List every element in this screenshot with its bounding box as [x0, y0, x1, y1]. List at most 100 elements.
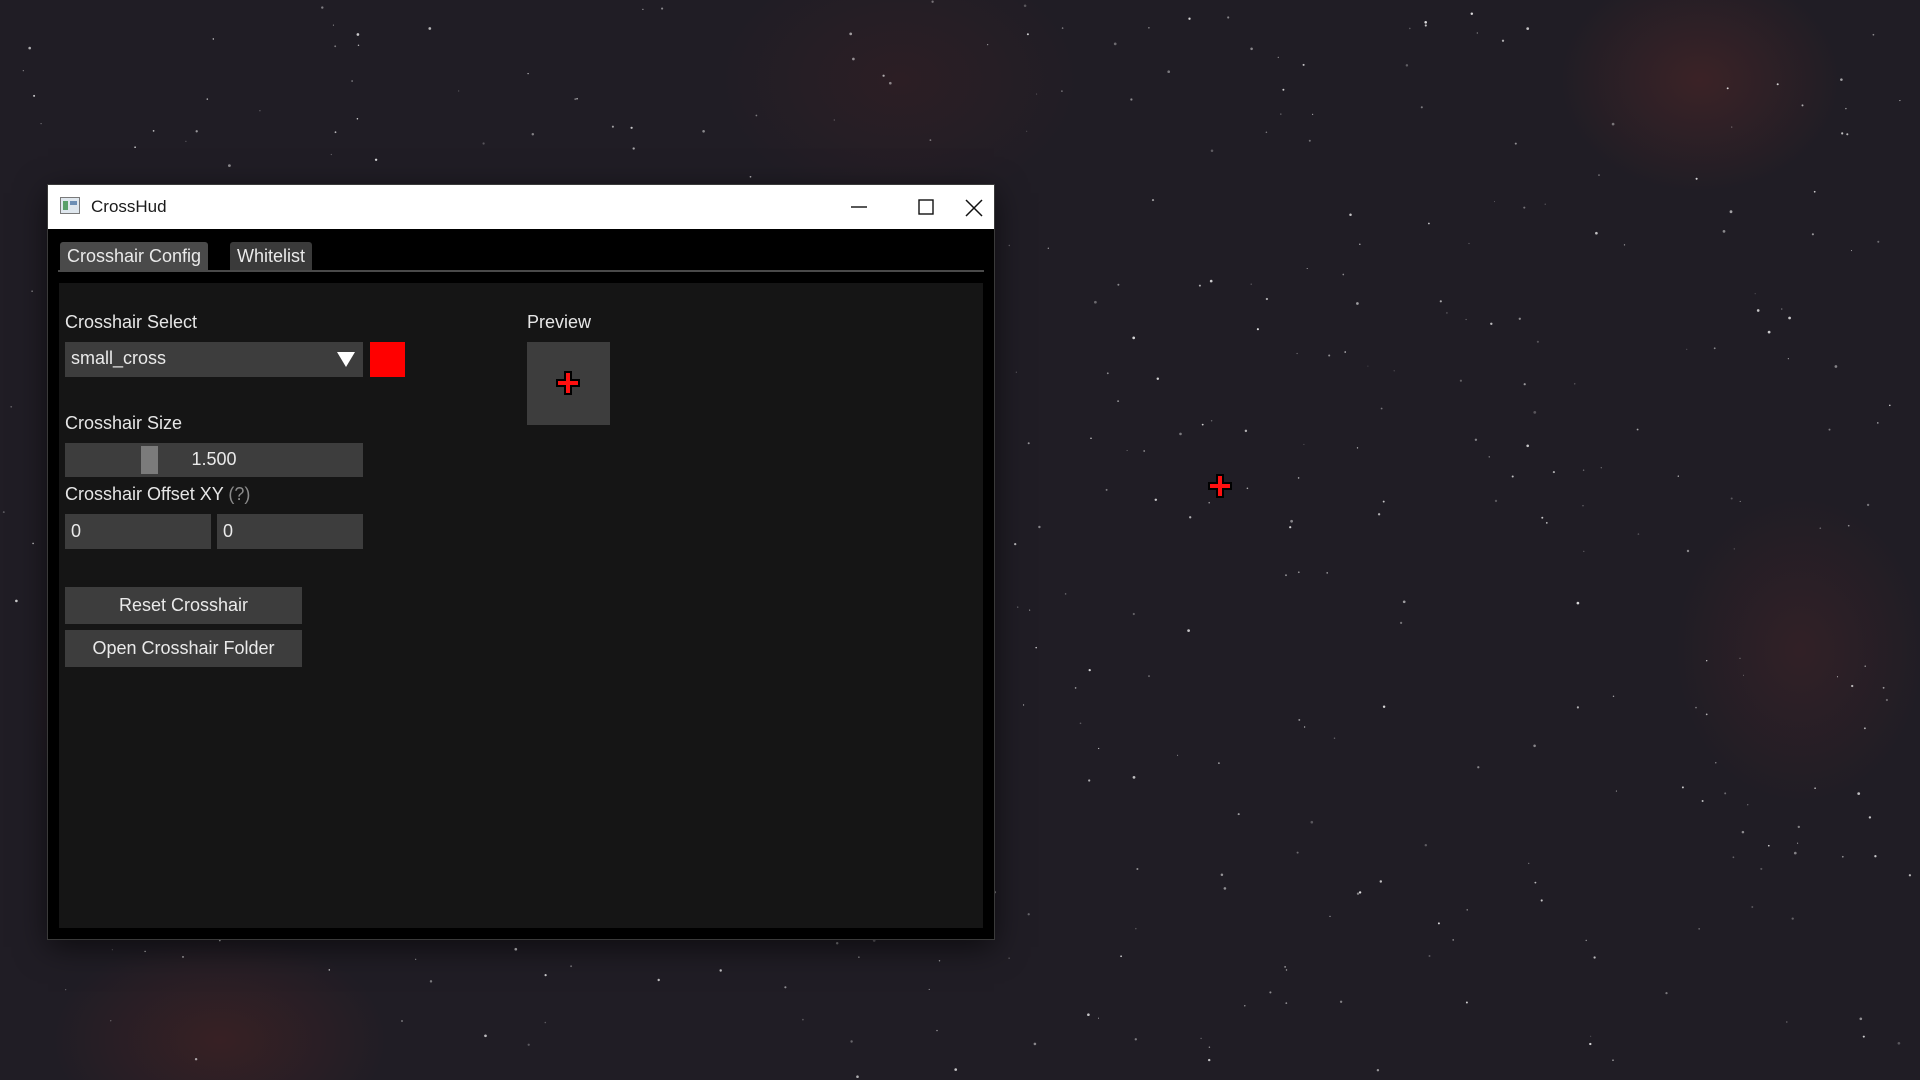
tab-whitelist[interactable]: Whitelist [230, 242, 313, 271]
star [544, 974, 547, 977]
star [1296, 851, 1299, 854]
star [1695, 706, 1697, 709]
chevron-down-icon [337, 352, 355, 367]
star [784, 986, 787, 989]
star [1877, 240, 1880, 243]
star [1035, 646, 1037, 649]
star [1285, 1002, 1288, 1004]
star [356, 117, 359, 120]
star [1227, 16, 1230, 19]
star [1686, 348, 1688, 350]
star [1851, 684, 1854, 688]
star [1098, 747, 1100, 750]
star [1534, 881, 1537, 884]
star [328, 969, 331, 971]
star [351, 80, 353, 82]
star [1545, 522, 1548, 524]
star [1026, 33, 1029, 36]
star [1705, 713, 1708, 716]
star [1726, 87, 1729, 90]
star [428, 27, 432, 30]
open-crosshair-folder-button[interactable]: Open Crosshair Folder [65, 630, 302, 667]
star [206, 98, 209, 100]
star [1047, 247, 1049, 249]
desktop-background: CrossHud Crosshair Config Whitelist Cros… [0, 0, 1920, 1080]
star [1446, 312, 1448, 314]
star [458, 90, 460, 92]
star [1544, 203, 1546, 205]
star [888, 81, 892, 85]
star [1889, 404, 1891, 407]
star [1863, 727, 1866, 730]
crosshair-size-slider[interactable]: 1.500 [65, 443, 363, 477]
minimize-button[interactable] [826, 185, 892, 229]
star [1846, 133, 1849, 136]
star [1665, 992, 1668, 995]
star [65, 989, 67, 991]
star [632, 147, 635, 150]
title-bar[interactable]: CrossHud [48, 185, 994, 229]
star [1811, 233, 1814, 236]
star [1612, 695, 1615, 698]
star [1208, 501, 1210, 504]
crosshair-select-dropdown[interactable]: small_cross [65, 342, 363, 377]
star [1698, 928, 1700, 930]
offset-x-input[interactable]: 0 [65, 514, 211, 549]
star [1284, 966, 1286, 968]
star [1533, 411, 1537, 414]
star [1793, 851, 1797, 855]
close-button[interactable] [960, 185, 994, 229]
star [1732, 856, 1735, 859]
star [1576, 706, 1579, 709]
star [850, 1040, 853, 1043]
offset-y-input[interactable]: 0 [217, 514, 363, 549]
tab-crosshair-config[interactable]: Crosshair Config [60, 242, 209, 271]
star [1776, 83, 1779, 86]
star [1466, 909, 1468, 911]
crosshair-preview-icon [556, 371, 580, 395]
star [1713, 347, 1716, 350]
star [1277, 56, 1279, 59]
star [1207, 1058, 1211, 1062]
star [1014, 542, 1017, 546]
star [1246, 487, 1249, 490]
star [1198, 284, 1201, 287]
crosshair-color-swatch[interactable] [370, 342, 405, 377]
star [1265, 297, 1269, 301]
star [576, 97, 578, 100]
star [28, 46, 32, 50]
star [1501, 39, 1505, 42]
star [882, 74, 885, 77]
help-hint-icon[interactable]: (?) [228, 484, 250, 504]
star [1636, 428, 1639, 431]
star [1342, 273, 1345, 276]
star [1518, 317, 1521, 320]
star [33, 94, 36, 97]
star [1308, 139, 1311, 142]
star [1126, 449, 1128, 452]
star [1574, 383, 1576, 385]
star [1310, 820, 1314, 824]
star [574, 98, 577, 101]
star [1767, 844, 1770, 847]
star [928, 988, 930, 990]
star [1767, 330, 1771, 334]
star [1379, 880, 1383, 883]
star [400, 1019, 404, 1023]
star [835, 942, 839, 945]
star [1459, 379, 1462, 382]
star [1866, 503, 1870, 507]
reset-crosshair-button[interactable]: Reset Crosshair [65, 587, 302, 624]
star [1541, 516, 1544, 519]
star [661, 7, 664, 10]
star [1106, 372, 1109, 375]
close-icon [965, 199, 983, 217]
star [1428, 955, 1431, 957]
star [1382, 705, 1386, 708]
star [1908, 874, 1912, 877]
star [1061, 90, 1063, 92]
star [1154, 498, 1158, 502]
star [1677, 475, 1679, 477]
maximize-button[interactable] [893, 185, 959, 229]
star [1899, 100, 1901, 102]
